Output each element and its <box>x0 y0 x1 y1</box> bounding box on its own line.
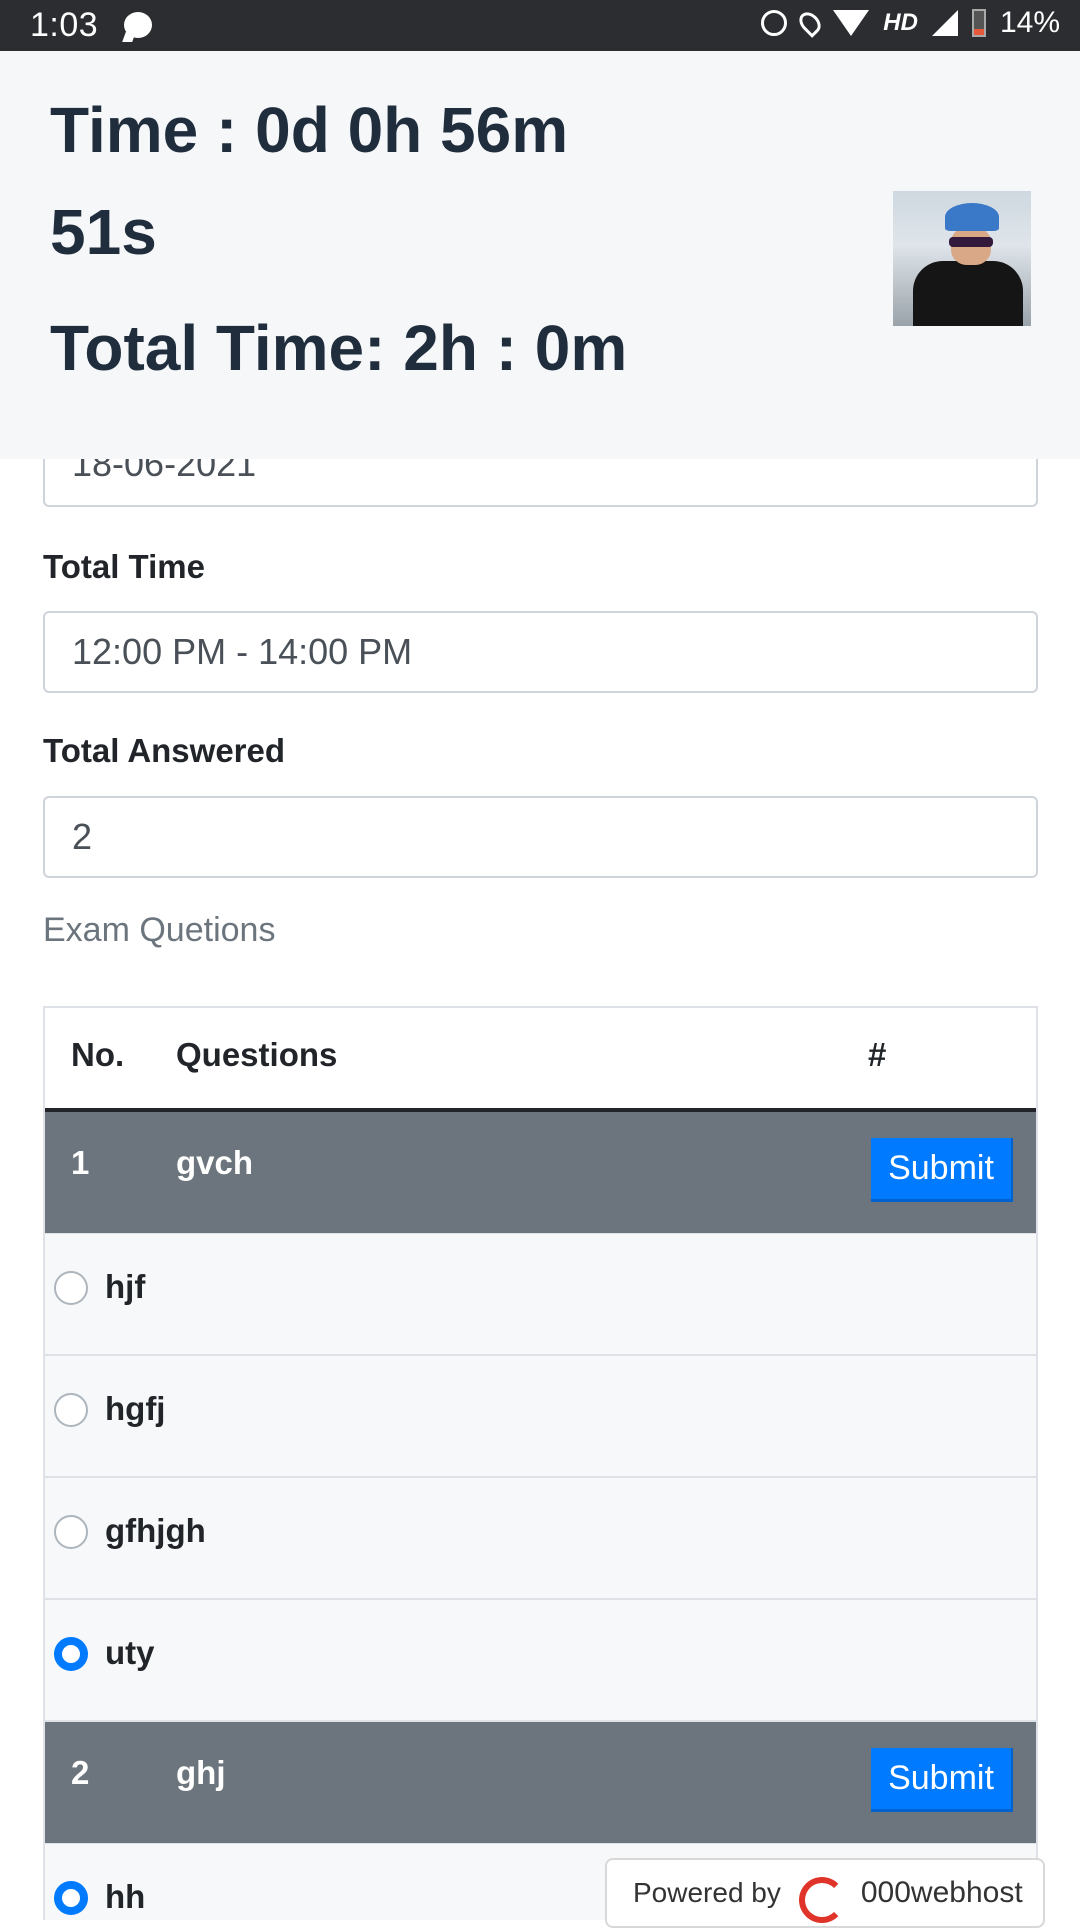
question-row: 1 gvch Submit <box>45 1112 1036 1234</box>
avatar[interactable] <box>893 191 1031 326</box>
total-time-heading: Total Time: 2h : 0m <box>50 312 628 384</box>
option-row[interactable]: gfhjgh <box>45 1478 1036 1600</box>
option-radio[interactable] <box>54 1271 88 1305</box>
total-time-label: Total Time <box>43 548 205 585</box>
question-number: 1 <box>71 1144 90 1181</box>
option-row[interactable]: hgfj <box>45 1356 1036 1478</box>
option-row[interactable]: uty <box>45 1600 1036 1722</box>
battery-percent: 14% <box>999 6 1060 39</box>
signal-icon <box>931 10 958 36</box>
option-radio-selected[interactable] <box>54 1881 88 1915</box>
hd-indicator: HD <box>883 9 918 36</box>
countdown-timer: Time : 0d 0h 56m 51s <box>50 94 569 268</box>
section-title: Exam Quetions <box>43 911 276 949</box>
option-row[interactable]: hjf <box>45 1234 1036 1356</box>
location-icon <box>795 8 826 38</box>
powered-by-text: Powered by <box>633 1877 781 1908</box>
option-label: hjf <box>105 1268 146 1305</box>
powered-by-badge[interactable]: Powered by 000webhost <box>605 1858 1045 1928</box>
question-text: gvch <box>176 1144 254 1181</box>
header-action: # <box>868 1036 887 1073</box>
option-radio[interactable] <box>54 1393 88 1427</box>
alarm-icon <box>761 10 788 36</box>
header-questions: Questions <box>176 1036 338 1073</box>
question-number: 2 <box>71 1754 90 1791</box>
question-row: 2 ghj Submit <box>45 1722 1036 1844</box>
option-label: hh <box>105 1878 146 1915</box>
status-bar: 1:03 HD 14% <box>0 0 1080 51</box>
total-answered-value: 2 <box>72 816 93 857</box>
powered-by-brand: 000webhost <box>860 1876 1023 1909</box>
status-icons: HD 14% <box>761 6 1060 40</box>
wifi-icon <box>833 10 870 36</box>
option-label: gfhjgh <box>105 1512 206 1549</box>
option-radio[interactable] <box>54 1515 88 1549</box>
submit-button[interactable]: Submit <box>871 1748 1013 1812</box>
total-answered-field[interactable]: 2 <box>43 796 1038 878</box>
webhost-logo-icon <box>795 1873 847 1923</box>
question-text: ghj <box>176 1754 226 1791</box>
total-time-value: 12:00 PM - 14:00 PM <box>72 631 413 672</box>
option-radio-selected[interactable] <box>54 1637 88 1671</box>
table-header: No. Questions # <box>45 1008 1036 1112</box>
battery-icon <box>971 9 986 37</box>
option-label: hgfj <box>105 1390 166 1427</box>
header-no: No. <box>71 1036 125 1073</box>
total-time-field[interactable]: 12:00 PM - 14:00 PM <box>43 611 1038 693</box>
option-label: uty <box>105 1634 155 1671</box>
total-answered-label: Total Answered <box>43 732 286 769</box>
submit-button[interactable]: Submit <box>871 1138 1013 1202</box>
questions-table: No. Questions # 1 gvch Submit hjf hgfj g… <box>43 1006 1038 1920</box>
sticky-timer-header: Time : 0d 0h 56m 51s Total Time: 2h : 0m <box>0 51 1080 459</box>
status-time: 1:03 <box>30 6 99 44</box>
chat-notification-icon <box>124 12 152 38</box>
